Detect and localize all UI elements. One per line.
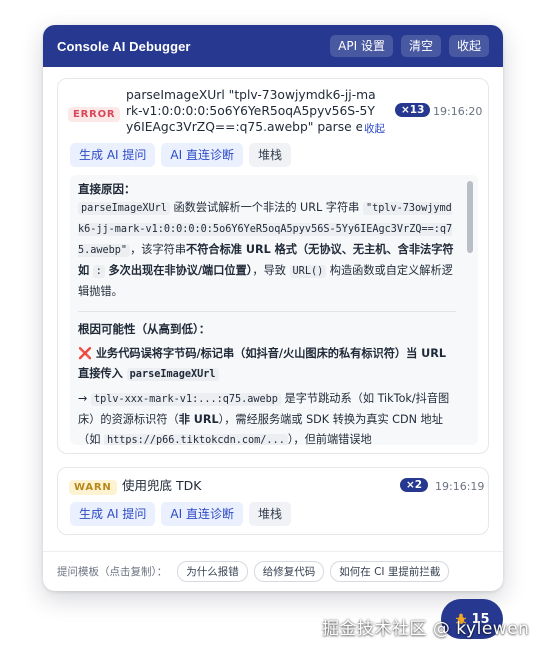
cause-text-c: ，导致 <box>252 264 286 277</box>
header-actions: API 设置 清空 收起 <box>330 35 489 57</box>
panel-header: Console AI Debugger API 设置 清空 收起 <box>43 25 503 67</box>
log-card-error: ERROR parseImageXUrl "tplv-73owjymdk6-jj… <box>57 78 489 454</box>
scrollbar-thumb[interactable] <box>467 181 473 253</box>
direct-cause-heading: 直接原因： <box>78 182 136 196</box>
cause-text-b: ，该字符串 <box>130 243 187 256</box>
cause-bold-1: 不符合标准 URL 格式 <box>186 243 297 256</box>
warn-message: 使用兜底 TDK <box>122 478 202 493</box>
watermark: 掘金技术社区 @ kylewen <box>322 619 530 639</box>
fn-name-code: parseImageXUrl <box>78 202 170 215</box>
prompt-template-bar: 提问模板（点击复制）： 为什么报错 给修复代码 如何在 CI 里提前拦截 <box>43 551 503 591</box>
arrow-icon: → <box>78 392 88 405</box>
warn-timestamp: 19:16:19 <box>435 480 485 493</box>
generate-ai-prompt-button[interactable]: 生成 AI 提问 <box>70 502 156 526</box>
root-causes-heading: 根因可能性（从高到低）： <box>78 322 211 336</box>
direct-cause-text: parseImageXUrl 函数尝试解析一个非法的 URL 字符串 "tplv… <box>78 198 456 302</box>
warn-actions: 生成 AI 提问 AI 直连诊断 堆栈 <box>70 502 291 526</box>
cdn-url-code: https://p66.tiktokcdn.com/... <box>103 434 288 445</box>
ai-diagnose-button[interactable]: AI 直连诊断 <box>161 502 243 526</box>
clear-button[interactable]: 清空 <box>400 35 441 57</box>
explanation-text-c: ），但前端错误地 <box>287 433 372 445</box>
stack-button[interactable]: 堆栈 <box>248 502 291 526</box>
collapse-panel-button[interactable]: 收起 <box>448 35 489 57</box>
log-list: ERROR parseImageXUrl "tplv-73owjymdk6-jj… <box>43 67 503 551</box>
ai-diagnose-button[interactable]: AI 直连诊断 <box>161 143 243 167</box>
cause-bold-3: 多次出现在非协议/端口位置） <box>108 264 253 277</box>
error-count-badge: ×13 <box>395 103 431 117</box>
cross-mark-icon: ❌ <box>78 347 92 360</box>
template-chip-fix-code[interactable]: 给修复代码 <box>253 561 325 582</box>
template-chip-ci-intercept[interactable]: 如何在 CI 里提前拦截 <box>330 561 450 582</box>
api-settings-button[interactable]: API 设置 <box>330 35 393 57</box>
warn-count-badge: ×2 <box>400 478 429 492</box>
message-collapse-link[interactable]: 收起 <box>362 121 385 136</box>
explanation-bold: 非 URL <box>178 413 219 426</box>
cause-text-a: 函数尝试解析一个非法的 URL 字符串 <box>173 201 360 214</box>
section-divider <box>78 311 456 312</box>
panel-title: Console AI Debugger <box>57 38 191 54</box>
diagnosis-scrollbar[interactable] <box>467 177 476 443</box>
root-cause-fn-code: parseImageXUrl <box>126 368 219 381</box>
error-message: parseImageXUrl "tplv-73owjymdk6-jj-mark-… <box>126 88 376 134</box>
error-actions: 生成 AI 提问 AI 直连诊断 堆栈 <box>70 143 291 167</box>
stack-button[interactable]: 堆栈 <box>248 143 291 167</box>
generate-ai-prompt-button[interactable]: 生成 AI 提问 <box>70 143 156 167</box>
error-level-badge: ERROR <box>68 107 121 122</box>
error-timestamp: 19:16:20 <box>433 105 483 118</box>
template-label: 提问模板（点击复制）： <box>57 566 168 578</box>
ai-diagnosis-panel[interactable]: 直接原因： parseImageXUrl 函数尝试解析一个非法的 URL 字符串… <box>70 175 478 445</box>
diagnosis-content: 直接原因： parseImageXUrl 函数尝试解析一个非法的 URL 字符串… <box>78 181 456 445</box>
debugger-panel: Console AI Debugger API 设置 清空 收起 ERROR p… <box>43 25 503 591</box>
root-cause-item: ❌ 业务代码误将字节码/标记串（如抖音/火山图床的私有标识符）当 URL 直接传… <box>78 344 456 385</box>
root-cause-explanation: → tplv-xxx-mark-v1:...:q75.awebp 是字节跳动系（… <box>78 389 456 445</box>
colon-code: : <box>92 265 105 278</box>
log-card-warn: WARN 使用兜底 TDK ×2 19:16:19 生成 AI 提问 AI 直连… <box>57 467 489 535</box>
warn-level-badge: WARN <box>69 480 117 495</box>
template-chip-why-error[interactable]: 为什么报错 <box>177 561 248 582</box>
url-constructor-code: URL() <box>289 265 327 278</box>
mark-pattern-code: tplv-xxx-mark-v1:...:q75.awebp <box>90 393 281 406</box>
